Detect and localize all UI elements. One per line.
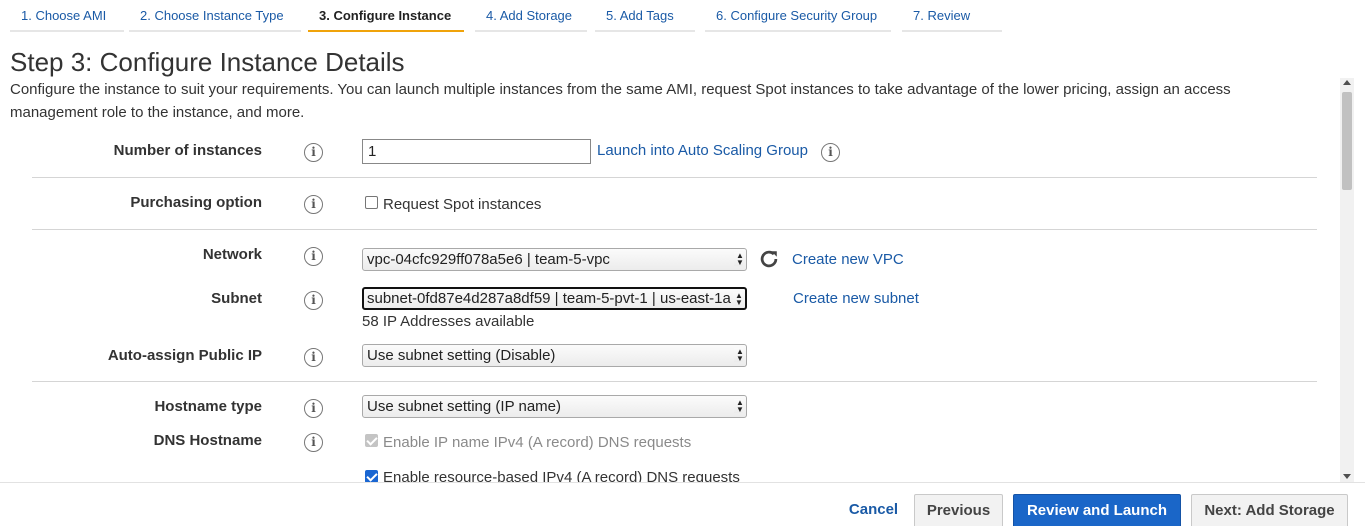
review-and-launch-button[interactable]: Review and Launch	[1013, 494, 1181, 526]
divider	[32, 177, 1317, 178]
ipv4-dns-checkbox	[365, 434, 378, 447]
instances-info-icon[interactable]: i	[304, 143, 323, 162]
scroll-down-arrow-icon[interactable]	[1343, 474, 1351, 479]
scroll-up-arrow-icon[interactable]	[1343, 80, 1351, 85]
public-ip-label: Auto-assign Public IP	[107, 347, 262, 364]
page-title: Step 3: Configure Instance Details	[10, 47, 405, 77]
subnet-info-icon[interactable]: i	[304, 291, 323, 310]
public-ip-select[interactable]: Use subnet setting (Disable) ▲ ▼	[362, 344, 747, 367]
spot-checkbox[interactable]	[365, 196, 378, 209]
ip-available-text: 58 IP Addresses available	[362, 313, 535, 330]
step-configure-instance[interactable]: 3. Configure Instance	[308, 0, 464, 32]
network-select[interactable]: vpc-04cfc929ff078a5e6 | team-5-vpc ▲ ▼	[362, 248, 747, 271]
subnet-select[interactable]: subnet-0fd87e4d287a8df59 | team-5-pvt-1 …	[362, 287, 747, 310]
page-description: Configure the instance to suit your requ…	[10, 81, 1231, 121]
network-label: Network	[202, 246, 262, 263]
step-choose-instance-type[interactable]: 2. Choose Instance Type	[129, 0, 301, 32]
select-arrows-icon: ▲ ▼	[734, 347, 744, 363]
form-scroll-area[interactable]: Number of instances i Launch into Auto S…	[0, 125, 1340, 482]
subnet-value: subnet-0fd87e4d287a8df59 | team-5-pvt-1 …	[367, 290, 731, 307]
select-arrows-icon: ▲ ▼	[734, 398, 744, 414]
next-add-storage-button[interactable]: Next: Add Storage	[1191, 494, 1348, 526]
hostname-type-info-icon[interactable]: i	[304, 399, 323, 418]
divider	[32, 381, 1317, 382]
hostname-type-value: Use subnet setting (IP name)	[367, 398, 561, 415]
auto-scaling-group-link[interactable]: Launch into Auto Scaling Group	[597, 142, 808, 159]
hostname-type-select[interactable]: Use subnet setting (IP name) ▲ ▼	[362, 395, 747, 418]
step-choose-ami[interactable]: 1. Choose AMI	[10, 0, 124, 32]
step-configure-security-group[interactable]: 6. Configure Security Group	[705, 0, 891, 32]
hostname-type-label: Hostname type	[154, 398, 262, 415]
wizard-steps: 1. Choose AMI 2. Choose Instance Type 3.…	[0, 0, 1365, 32]
scroll-thumb[interactable]	[1342, 92, 1352, 190]
public-ip-info-icon[interactable]: i	[304, 348, 323, 367]
refresh-icon[interactable]	[758, 248, 780, 270]
resource-dns-label[interactable]: Enable resource-based IPv4 (A record) DN…	[383, 469, 740, 482]
network-value: vpc-04cfc929ff078a5e6 | team-5-vpc	[367, 251, 610, 268]
instances-label: Number of instances	[113, 142, 262, 159]
dns-hostname-info-icon[interactable]: i	[304, 433, 323, 452]
purchasing-info-icon[interactable]: i	[304, 195, 323, 214]
asg-info-icon[interactable]: i	[821, 143, 840, 162]
step-add-tags[interactable]: 5. Add Tags	[595, 0, 695, 32]
resource-dns-checkbox[interactable]	[365, 470, 378, 482]
previous-button[interactable]: Previous	[914, 494, 1003, 526]
purchasing-label: Purchasing option	[130, 194, 262, 211]
spot-label[interactable]: Request Spot instances	[383, 196, 541, 213]
step-review[interactable]: 7. Review	[902, 0, 1002, 32]
wizard-footer: Cancel Previous Review and Launch Next: …	[0, 482, 1365, 526]
create-subnet-link[interactable]: Create new subnet	[793, 290, 919, 307]
subnet-label: Subnet	[211, 290, 262, 307]
ipv4-dns-label: Enable IP name IPv4 (A record) DNS reque…	[383, 434, 692, 451]
public-ip-value: Use subnet setting (Disable)	[367, 347, 556, 364]
create-vpc-link[interactable]: Create new VPC	[792, 251, 904, 268]
instances-input[interactable]	[362, 139, 591, 164]
divider	[32, 229, 1317, 230]
select-arrows-icon: ▲ ▼	[733, 291, 743, 307]
step-add-storage[interactable]: 4. Add Storage	[475, 0, 587, 32]
dns-hostname-label: DNS Hostname	[153, 432, 262, 449]
network-info-icon[interactable]: i	[304, 247, 323, 266]
cancel-button[interactable]: Cancel	[836, 494, 911, 526]
select-arrows-icon: ▲ ▼	[734, 251, 744, 267]
vertical-scrollbar[interactable]	[1340, 78, 1354, 482]
